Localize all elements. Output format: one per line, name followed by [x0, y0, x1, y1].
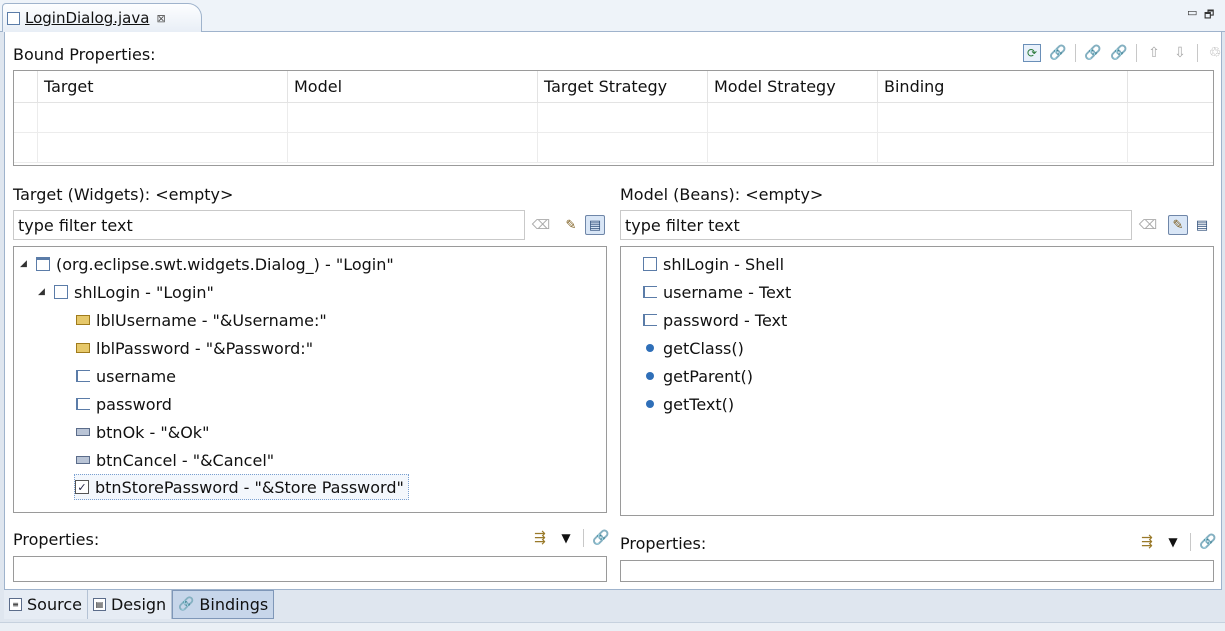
tab-bindings[interactable]: 🔗 Bindings [172, 590, 275, 619]
add-binding-icon[interactable]: 🔗 [1049, 44, 1067, 62]
bindings-editor: Bound Properties: ⟳ 🔗 🔗 🔗 ⇧ ⇩ ♲ Target M… [4, 32, 1222, 590]
edit-binding-icon[interactable]: 🔗 [1084, 44, 1102, 62]
column-header-target-strategy[interactable]: Target Strategy [538, 71, 708, 102]
toolbar-separator [1197, 44, 1198, 62]
toolbar-separator [1190, 533, 1191, 551]
toolbar-separator [1075, 44, 1076, 62]
model-panel-title: Model (Beans): <empty> [620, 185, 824, 204]
button-icon [76, 428, 90, 436]
method-icon [646, 344, 654, 352]
properties-filter-icon[interactable]: ⇶ [1138, 533, 1156, 551]
properties-link-icon[interactable]: 🔗 [592, 529, 610, 547]
tree-node-getclass[interactable]: getClass() [643, 335, 744, 361]
tree-node-password[interactable]: password [76, 391, 172, 417]
expand-arrow-icon[interactable]: ◢ [38, 287, 48, 297]
toolbar-separator [1136, 44, 1137, 62]
target-panel-title: Target (Widgets): <empty> [13, 185, 234, 204]
target-properties-toolbar: ⇶ ▼ 🔗 [531, 529, 610, 547]
button-icon [76, 456, 90, 464]
close-icon[interactable]: ⊠ [156, 12, 165, 25]
design-icon: ▤ [92, 598, 106, 611]
model-properties-toolbar: ⇶ ▼ 🔗 [1138, 533, 1217, 551]
move-up-icon[interactable]: ⇧ [1145, 44, 1163, 62]
delete-binding-icon[interactable]: 🔗 [1110, 44, 1128, 62]
tree-node-shllogin-shell[interactable]: shlLogin - Shell [643, 251, 784, 277]
clear-filter-icon[interactable]: ⌫ [1138, 215, 1158, 235]
column-header-model[interactable]: Model [288, 71, 538, 102]
column-header-binding[interactable]: Binding [878, 71, 1128, 102]
dropdown-arrow-icon[interactable]: ▼ [1164, 533, 1182, 551]
editor-tab-title: LoginDialog.java [25, 9, 150, 27]
text-icon [643, 314, 657, 326]
method-icon [646, 372, 654, 380]
method-icon [646, 400, 654, 408]
label-icon [76, 343, 90, 353]
restore-icon[interactable]: 🗗 [1204, 6, 1214, 25]
tab-design[interactable]: ▤ Design [87, 590, 173, 619]
tree-node-btnok[interactable]: btnOk - "&Ok" [76, 419, 209, 445]
editor-tab-logindialog[interactable]: LoginDialog.java ⊠ [2, 3, 202, 32]
tab-source[interactable]: ≡ Source [4, 590, 88, 619]
tree-node-username[interactable]: username [76, 363, 176, 389]
column-header-model-strategy[interactable]: Model Strategy [708, 71, 878, 102]
dialog-icon [36, 257, 50, 271]
tree-mode-icon[interactable]: ▤ [585, 215, 605, 235]
model-properties-label: Properties: [620, 534, 707, 553]
model-beans-tree[interactable]: shlLogin - Shell username - Text passwor… [620, 246, 1214, 516]
editor-tab-bar: LoginDialog.java ⊠ ▭ 🗗 [0, 0, 1225, 32]
tree-node-btnstorepassword[interactable]: ✓ btnStorePassword - "&Store Password" [74, 474, 409, 500]
label-icon [76, 315, 90, 325]
column-header-target[interactable]: Target [38, 71, 288, 102]
show-properties-icon[interactable]: ✎ [561, 215, 581, 235]
tree-node-password-text[interactable]: password - Text [643, 307, 787, 333]
properties-filter-icon[interactable]: ⇶ [531, 529, 549, 547]
delete-all-icon[interactable]: ♲ [1206, 44, 1224, 62]
tree-mode-icon[interactable]: ▤ [1192, 215, 1212, 235]
status-bar [0, 622, 1225, 631]
bound-properties-title: Bound Properties: [13, 45, 156, 64]
properties-link-icon[interactable]: 🔗 [1199, 533, 1217, 551]
minimize-icon[interactable]: ▭ [1187, 6, 1197, 19]
shell-icon [643, 257, 657, 271]
text-icon [76, 398, 90, 410]
show-properties-icon[interactable]: ✎ [1168, 215, 1188, 235]
bound-properties-toolbar: ⟳ 🔗 🔗 🔗 ⇧ ⇩ ♲ [1023, 44, 1224, 62]
move-down-icon[interactable]: ⇩ [1171, 44, 1189, 62]
table-header-spacer [14, 71, 38, 102]
model-properties-box[interactable] [620, 560, 1214, 582]
shell-icon [54, 285, 68, 299]
text-icon [643, 286, 657, 298]
tree-node-gettext[interactable]: getText() [643, 391, 734, 417]
java-file-icon [7, 11, 20, 25]
target-filter-input[interactable]: type filter text [13, 210, 525, 240]
tree-node-dialog[interactable]: ◢ (org.eclipse.swt.widgets.Dialog_) - "L… [20, 251, 394, 277]
refresh-icon[interactable]: ⟳ [1023, 44, 1041, 62]
text-icon [76, 370, 90, 382]
source-icon: ≡ [9, 598, 22, 611]
table-row[interactable] [14, 103, 1213, 133]
expand-arrow-icon[interactable]: ◢ [20, 259, 30, 269]
checkbox-icon: ✓ [75, 480, 89, 494]
bindings-icon: 🔗 [178, 597, 195, 612]
target-properties-label: Properties: [13, 530, 100, 549]
table-header: Target Model Target Strategy Model Strat… [14, 71, 1213, 103]
editor-page-tabs: ≡ Source ▤ Design 🔗 Bindings [4, 590, 275, 620]
tree-node-shllogin[interactable]: ◢ shlLogin - "Login" [38, 279, 214, 305]
tree-node-lblpassword[interactable]: lblPassword - "&Password:" [76, 335, 313, 361]
dropdown-arrow-icon[interactable]: ▼ [557, 529, 575, 547]
bound-properties-table[interactable]: Target Model Target Strategy Model Strat… [13, 70, 1214, 166]
table-row[interactable] [14, 133, 1213, 163]
model-filter-input[interactable]: type filter text [620, 210, 1132, 240]
target-widgets-tree[interactable]: ◢ (org.eclipse.swt.widgets.Dialog_) - "L… [13, 246, 607, 513]
tree-node-btncancel[interactable]: btnCancel - "&Cancel" [76, 447, 274, 473]
tree-node-username-text[interactable]: username - Text [643, 279, 791, 305]
clear-filter-icon[interactable]: ⌫ [531, 215, 551, 235]
tree-node-getparent[interactable]: getParent() [643, 363, 753, 389]
target-properties-box[interactable] [13, 556, 607, 582]
toolbar-separator [583, 529, 584, 547]
tree-node-lblusername[interactable]: lblUsername - "&Username:" [76, 307, 327, 333]
